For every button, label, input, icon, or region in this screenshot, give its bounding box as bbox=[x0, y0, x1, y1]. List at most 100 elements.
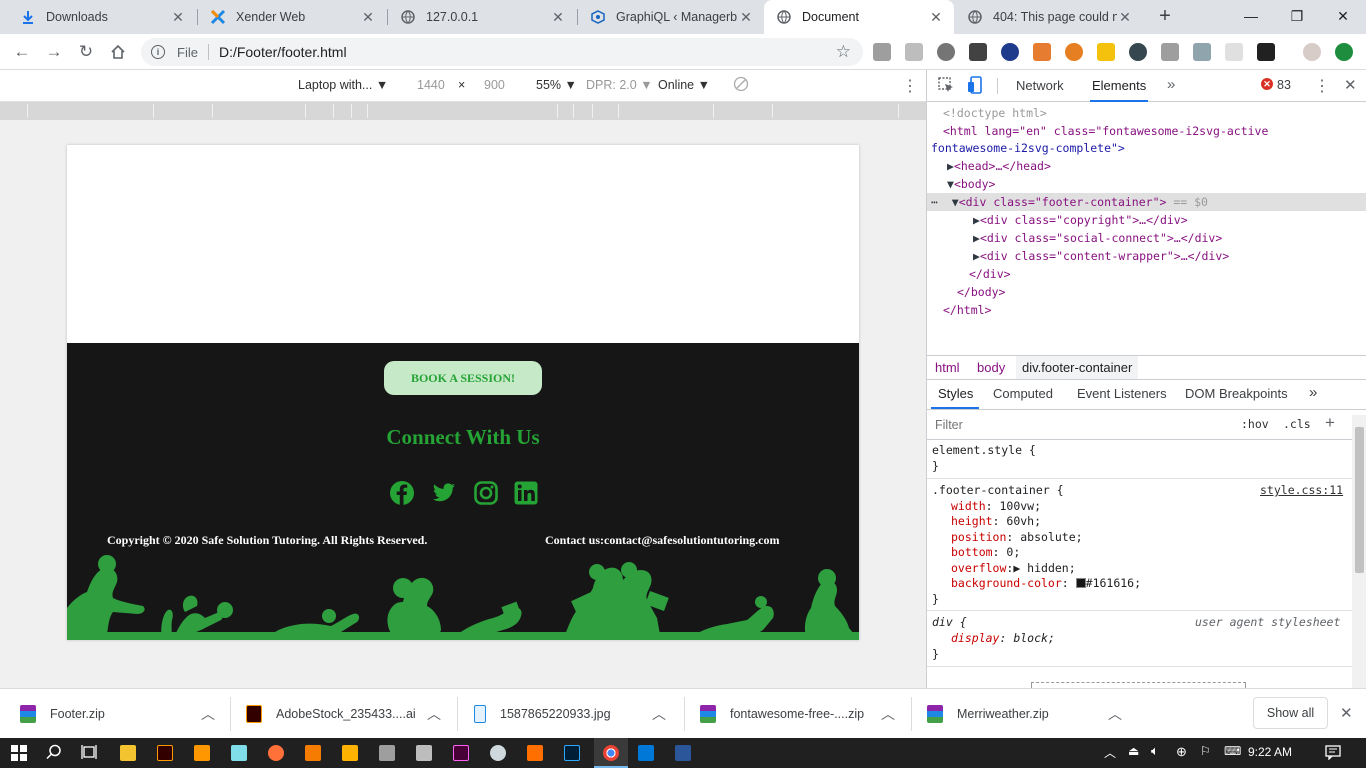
dom-line[interactable]: ▶<div class="social-connect">…</div> bbox=[927, 229, 1366, 247]
chevron-up-icon[interactable]: ︿ bbox=[1108, 704, 1122, 724]
tab-localhost[interactable]: 127.0.0.1 ✕ bbox=[388, 0, 576, 34]
download-item[interactable]: AdobeStock_235433....ai ︿ bbox=[246, 689, 446, 739]
device-toggle-icon[interactable] bbox=[967, 76, 985, 97]
address-bar[interactable]: i File D:/Footer/footer.html ☆ bbox=[141, 38, 863, 66]
viewport-height[interactable]: 900 bbox=[484, 78, 505, 92]
dom-line[interactable]: fontawesome-i2svg-complete"> bbox=[927, 139, 1366, 157]
app-icon[interactable] bbox=[379, 745, 395, 761]
download-item[interactable]: Merriweather.zip ︿ bbox=[927, 689, 1127, 739]
zoom-select[interactable]: 55% ▼ bbox=[536, 78, 577, 92]
chevron-up-icon[interactable]: ︿ bbox=[427, 704, 441, 724]
search-icon[interactable] bbox=[46, 744, 62, 763]
address-url[interactable]: D:/Footer/footer.html bbox=[219, 44, 347, 60]
word-icon[interactable] bbox=[675, 745, 691, 761]
more-options-icon[interactable]: ⋮ bbox=[1314, 76, 1330, 96]
usb-icon[interactable]: ⏏ bbox=[1128, 744, 1139, 758]
extension-icon[interactable] bbox=[1001, 43, 1019, 61]
windows-start-icon[interactable] bbox=[11, 745, 27, 764]
dom-line[interactable]: ▶<div class="copyright">…</div> bbox=[927, 211, 1366, 229]
linkedin-icon[interactable] bbox=[513, 480, 539, 506]
css-property[interactable]: bottom: 0; bbox=[951, 545, 1020, 561]
ip-extension-icon[interactable] bbox=[937, 43, 955, 61]
extension-icon[interactable] bbox=[873, 43, 891, 61]
scrollbar-thumb[interactable] bbox=[1355, 427, 1364, 573]
css-property[interactable]: overflow:▶ hidden; bbox=[951, 561, 1076, 577]
sublime-icon[interactable] bbox=[194, 745, 210, 761]
extension-icon[interactable] bbox=[1097, 43, 1115, 61]
download-item[interactable]: fontawesome-free-....zip ︿ bbox=[700, 689, 900, 739]
cls-toggle[interactable]: .cls bbox=[1283, 417, 1311, 431]
rule-source-link[interactable]: style.css:11 bbox=[1260, 483, 1343, 499]
css-property[interactable]: position: absolute; bbox=[951, 530, 1083, 546]
reload-icon[interactable]: ↻ bbox=[75, 41, 97, 63]
firefox-icon[interactable] bbox=[268, 745, 284, 761]
viewport-width[interactable]: 1440 bbox=[417, 78, 445, 92]
app-icon[interactable] bbox=[416, 745, 432, 761]
dom-line[interactable]: ▼<body> bbox=[927, 175, 1366, 193]
tab-graphiql[interactable]: GraphiQL ‹ Managerbra ✕ bbox=[578, 0, 764, 34]
show-all-button[interactable]: Show all bbox=[1253, 697, 1328, 729]
tab-styles[interactable]: Styles bbox=[938, 386, 973, 401]
error-icon[interactable]: ✕ bbox=[1261, 78, 1273, 90]
book-session-button[interactable]: BOOK A SESSION! bbox=[384, 361, 542, 395]
close-downloads-icon[interactable]: ✕ bbox=[1340, 704, 1353, 722]
adobe-xd-icon[interactable] bbox=[453, 745, 469, 761]
div-selector[interactable]: div { bbox=[932, 615, 967, 631]
dpr-select[interactable]: DPR: 2.0 ▼ bbox=[586, 78, 653, 92]
metamask-icon[interactable] bbox=[1033, 43, 1051, 61]
tab-404[interactable]: 404: This page could no ✕ bbox=[955, 0, 1143, 34]
close-icon[interactable]: ✕ bbox=[738, 9, 754, 26]
tab-event-listeners[interactable]: Event Listeners bbox=[1077, 386, 1167, 401]
instagram-icon[interactable] bbox=[473, 480, 499, 506]
dom-line[interactable]: <!doctype html> bbox=[927, 104, 1366, 122]
css-property[interactable]: height: 60vh; bbox=[951, 514, 1041, 530]
close-icon[interactable]: ✕ bbox=[360, 9, 376, 26]
tab-document[interactable]: Document ✕ bbox=[764, 0, 954, 34]
css-property[interactable]: width: 100vw; bbox=[951, 499, 1041, 515]
breadcrumb-footer-container[interactable]: div.footer-container bbox=[1016, 356, 1139, 379]
dom-line[interactable]: </div> bbox=[927, 265, 1366, 283]
more-tabs-icon[interactable]: » bbox=[1309, 384, 1317, 401]
taskbar-clock[interactable]: 9:22 AM bbox=[1248, 745, 1292, 759]
footer-container-selector[interactable]: .footer-container { bbox=[932, 483, 1064, 499]
more-tabs-icon[interactable]: » bbox=[1167, 76, 1175, 93]
download-item[interactable]: Footer.zip ︿ bbox=[20, 689, 220, 739]
dom-line[interactable]: ▶<div class="content-wrapper">…</div> bbox=[927, 247, 1366, 265]
rotate-icon[interactable] bbox=[733, 76, 749, 95]
close-icon[interactable]: ✕ bbox=[1117, 9, 1133, 26]
tab-downloads[interactable]: Downloads ✕ bbox=[8, 0, 196, 34]
close-icon[interactable]: ✕ bbox=[170, 9, 186, 26]
tab-elements[interactable]: Elements bbox=[1090, 70, 1149, 102]
extension-icon[interactable] bbox=[1065, 43, 1083, 61]
chevron-up-icon[interactable]: ︿ bbox=[652, 704, 666, 724]
dom-line[interactable]: ▶<head>…</head> bbox=[927, 157, 1366, 175]
close-devtools-icon[interactable]: ✕ bbox=[1344, 76, 1357, 94]
xampp-icon[interactable] bbox=[305, 745, 321, 761]
chrome-taskbar-active[interactable] bbox=[594, 738, 628, 768]
home-icon[interactable] bbox=[107, 41, 129, 63]
app-icon[interactable] bbox=[490, 745, 506, 761]
css-property[interactable]: background-color: #161616; bbox=[951, 576, 1141, 592]
facebook-icon[interactable] bbox=[389, 480, 415, 506]
chevron-up-icon[interactable]: ︿ bbox=[881, 704, 895, 724]
color-swatch[interactable] bbox=[1075, 578, 1086, 588]
info-icon[interactable]: i bbox=[151, 45, 165, 59]
tab-xender[interactable]: Xender Web ✕ bbox=[198, 0, 386, 34]
vlc-icon[interactable] bbox=[527, 745, 543, 761]
hov-toggle[interactable]: :hov bbox=[1241, 417, 1269, 431]
tab-dom-breakpoints[interactable]: DOM Breakpoints bbox=[1185, 386, 1288, 401]
extension-icon[interactable] bbox=[1129, 43, 1147, 61]
new-tab-button[interactable]: + bbox=[1154, 6, 1176, 28]
extension-icon[interactable] bbox=[1257, 43, 1275, 61]
breadcrumb-body[interactable]: body bbox=[977, 360, 1005, 375]
breadcrumb-html[interactable]: html bbox=[935, 360, 960, 375]
minimize-icon[interactable]: — bbox=[1228, 0, 1274, 32]
device-select[interactable]: Laptop with... ▼ bbox=[298, 78, 388, 92]
network-icon[interactable]: ⚐ bbox=[1200, 744, 1211, 758]
notifications-icon[interactable] bbox=[1325, 744, 1341, 763]
twitter-icon[interactable] bbox=[431, 480, 457, 506]
window-close-icon[interactable]: ✕ bbox=[1320, 0, 1366, 32]
update-icon[interactable] bbox=[1335, 43, 1353, 61]
styles-scrollbar[interactable] bbox=[1352, 415, 1366, 688]
dom-line[interactable]: <html lang="en" class="fontawesome-i2svg… bbox=[927, 122, 1366, 140]
